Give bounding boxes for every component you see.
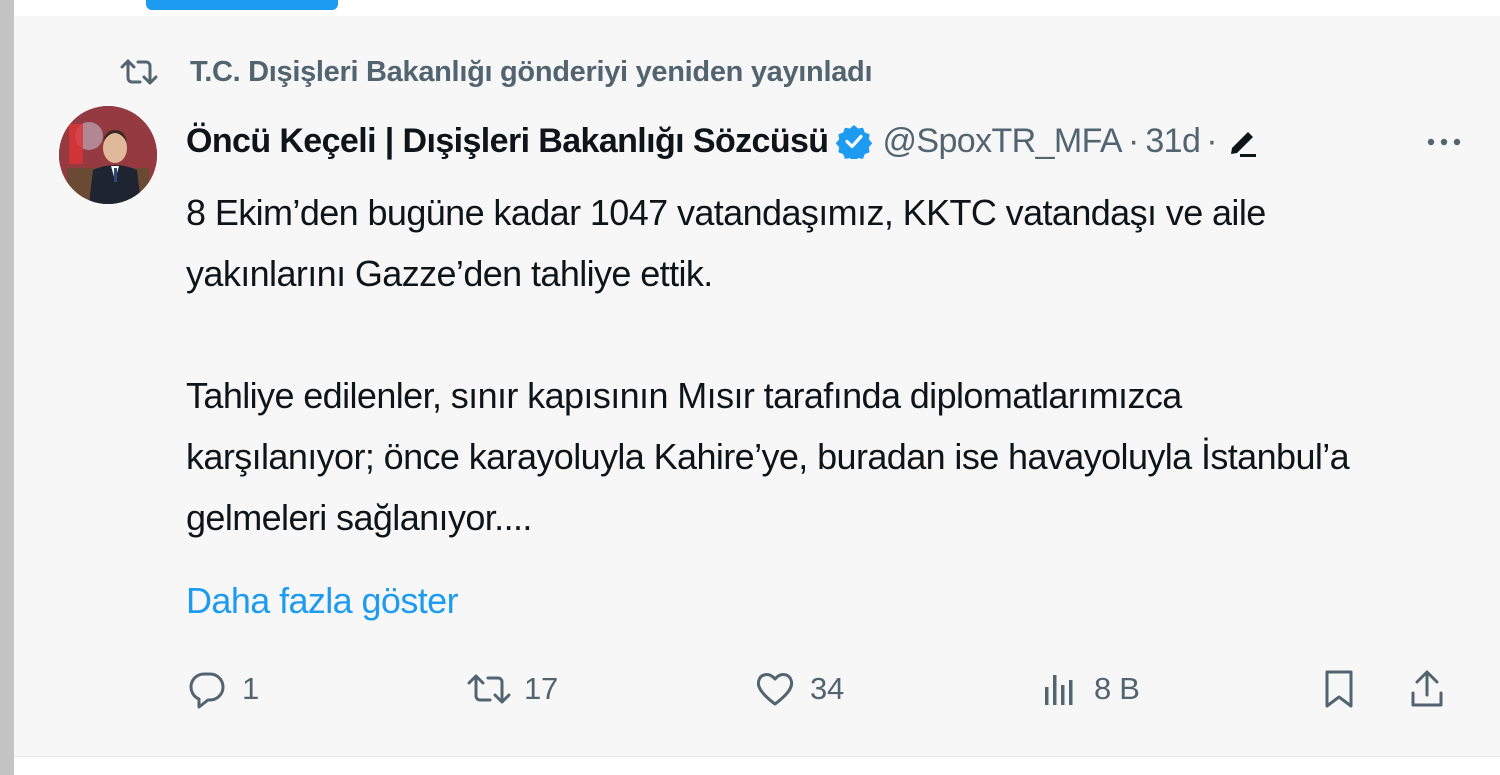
views-button[interactable]: 8 B	[1036, 664, 1140, 714]
reply-icon	[184, 666, 230, 712]
post-time[interactable]: 31d	[1145, 122, 1201, 161]
analytics-bars-icon	[1036, 666, 1082, 712]
separator-dot: ·	[1128, 121, 1140, 160]
more-options-icon[interactable]	[1422, 122, 1466, 162]
edited-pencil-icon[interactable]	[1226, 124, 1260, 158]
tweet-header: Öncü Keçeli | Dışişleri Bakanlığı Sözcüs…	[186, 116, 1476, 166]
repost-context: T.C. Dışişleri Bakanlığı gönderiyi yenid…	[118, 52, 873, 92]
like-button[interactable]: 34	[752, 664, 844, 714]
reply-button[interactable]: 1	[184, 664, 259, 714]
timeline-tabs-strip	[14, 0, 1500, 16]
show-more-link[interactable]: Daha fazla göster	[186, 576, 459, 626]
tweet-card[interactable]: T.C. Dışişleri Bakanlığı gönderiyi yenid…	[14, 16, 1500, 756]
verified-badge-icon[interactable]	[836, 123, 873, 162]
reply-count: 1	[242, 671, 259, 706]
share-upload-icon	[1404, 666, 1450, 712]
like-count: 34	[810, 671, 844, 706]
view-count: 8 B	[1094, 671, 1140, 706]
share-button[interactable]	[1404, 664, 1450, 714]
repost-icon	[466, 666, 512, 712]
browser-scroll-edge	[0, 0, 14, 775]
repost-label[interactable]: T.C. Dışişleri Bakanlığı gönderiyi yenid…	[190, 56, 873, 89]
next-post-edge	[14, 756, 1500, 775]
heart-icon	[752, 666, 798, 712]
bookmark-icon	[1316, 666, 1362, 712]
repost-count: 17	[524, 671, 558, 706]
author-name[interactable]: Öncü Keçeli | Dışişleri Bakanlığı Sözcüs…	[186, 122, 829, 161]
repost-icon	[118, 57, 160, 87]
author-handle[interactable]: @SpoxTR_MFA	[882, 122, 1122, 161]
tweet-actions: 1 17 34 8 B	[14, 664, 1500, 714]
author-avatar[interactable]	[59, 106, 157, 204]
tweet-text: 8 Ekim’den bugüne kadar 1047 vatandaşımı…	[186, 192, 1350, 538]
repost-button[interactable]: 17	[466, 664, 558, 714]
active-tab-indicator	[146, 0, 338, 10]
bookmark-button[interactable]	[1316, 664, 1362, 714]
separator-dot: ·	[1206, 121, 1218, 160]
